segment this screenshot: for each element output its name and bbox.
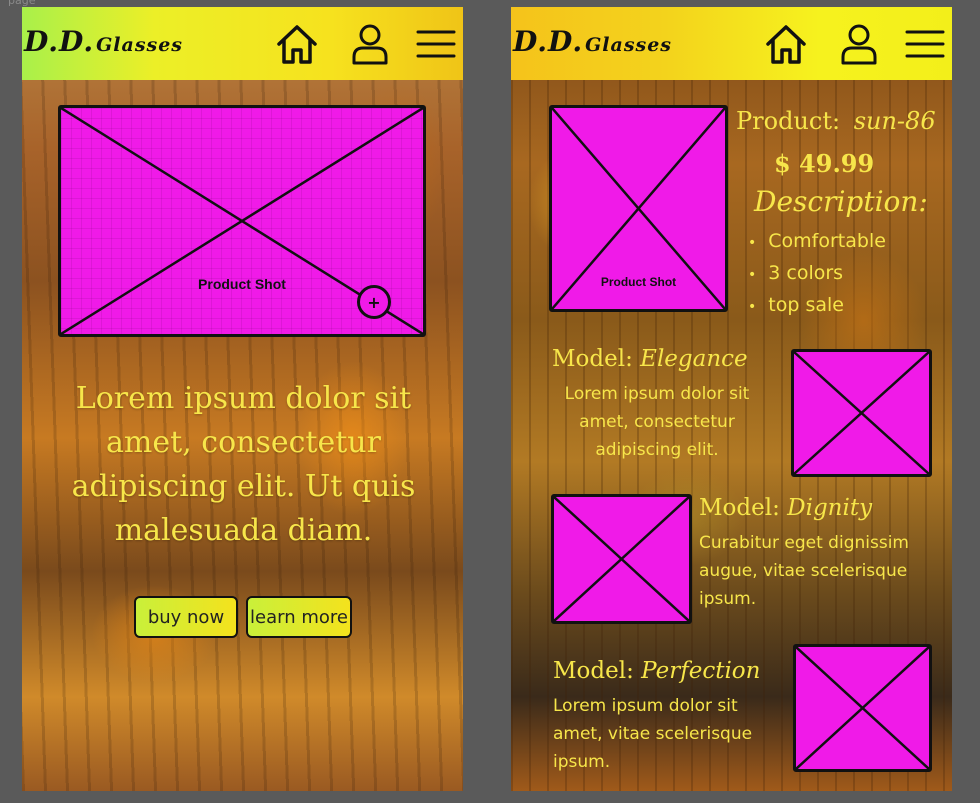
model-perfection-desc: Lorem ipsum dolor sit amet, vitae sceler… [553,696,753,772]
list-item: Comfortable [748,226,886,258]
model-elegance-image[interactable] [791,349,932,477]
user-icon[interactable] [347,21,393,67]
home-icon[interactable] [274,21,320,67]
placeholder-cross [554,497,689,621]
brand-logo[interactable]: D.D. Glasses [513,25,672,58]
model-perfection-image[interactable] [793,644,932,772]
model-elegance-desc: Lorem ipsum dolor sit amet, consectetur … [564,384,750,460]
model-perfection-title: Model: Perfection [553,658,760,684]
description-heading: Description: [754,185,928,218]
hero-text: Lorem ipsum dolor sit amet, consectetur … [71,381,416,548]
logo-sub: Glasses [585,34,672,56]
model-elegance-title: Model: Elegance [552,346,748,372]
logo-sub: Glasses [96,34,183,56]
model-dignity-desc: Curabitur eget dignissim augue, vitae sc… [699,533,909,609]
brand-logo[interactable]: D.D. Glasses [24,25,183,58]
home-icon[interactable] [763,21,809,67]
placeholder-cross [794,352,929,474]
menu-icon[interactable] [902,21,948,67]
product-shot-image[interactable]: Product Shot + [58,105,426,337]
model-label: Model: [553,658,634,684]
buy-now-button[interactable]: buy now [134,596,238,638]
product-title: Product: sun-86 [736,107,936,135]
model-dignity-image[interactable] [551,494,692,624]
list-item: top sale [748,290,886,322]
mobile-product-screen: D.D. Glasses Product Shot Product: sun-86… [511,7,952,791]
user-icon[interactable] [836,21,882,67]
page-label: page [8,0,36,7]
menu-icon[interactable] [413,21,459,67]
model-name: Elegance [640,346,748,372]
model-dignity-title: Model: Dignity [699,495,872,521]
feature-list: Comfortable 3 colors top sale [748,226,886,322]
model-name: Dignity [787,495,873,521]
list-item: 3 colors [748,258,886,290]
header-bar: D.D. Glasses [511,7,952,80]
product-shot-label: Product Shot [600,275,677,289]
product-price: $ 49.99 [774,149,875,178]
logo-main: D.D. [513,25,584,58]
product-shot-image[interactable]: Product Shot [549,105,728,312]
mobile-home-screen: D.D. Glasses Product Shot + Lorem ipsum d… [22,7,463,791]
product-name: sun-86 [853,107,936,135]
logo-main: D.D. [24,25,95,58]
zoom-button[interactable]: + [357,285,391,319]
model-label: Model: [699,495,780,521]
model-label: Model: [552,346,633,372]
placeholder-cross [796,647,929,769]
learn-more-button[interactable]: learn more [246,596,352,638]
model-name: Perfection [641,658,761,684]
product-label: Product: [736,107,841,135]
header-bar: D.D. Glasses [22,7,463,80]
